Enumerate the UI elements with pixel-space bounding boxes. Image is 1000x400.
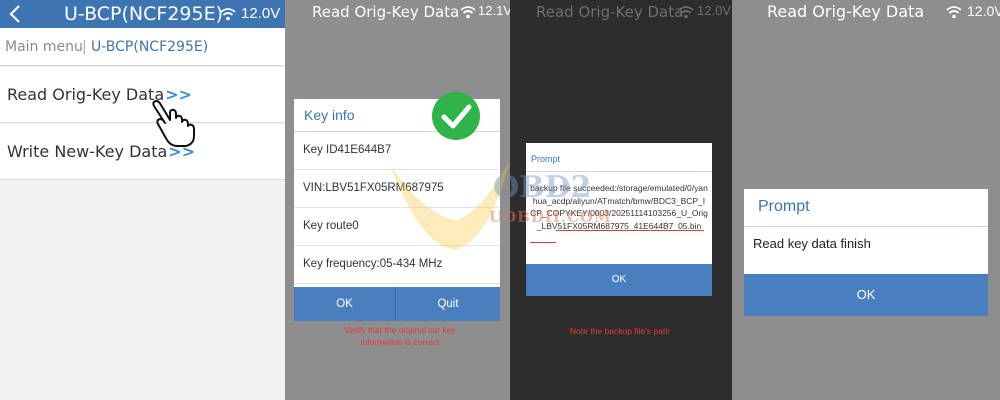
status-bar: Read Orig-Key Data 12.1V [285,0,510,24]
back-arrow-icon[interactable] [8,4,22,24]
app-header: U-BCP(NCF295E) 12.0V [0,0,285,28]
wifi-icon [678,6,694,19]
breadcrumb-current: U-BCP(NCF295E) [91,39,209,55]
ok-button[interactable]: OK [294,287,396,321]
status-title: Read Orig-Key Data [312,3,460,21]
menu-item-write-new-key[interactable]: Write New-Key Data>> [0,124,285,180]
wifi-icon [946,6,962,19]
path-underline [556,230,704,231]
menu-panel: U-BCP(NCF295E) 12.0V Main menu | U-BCP(N… [0,0,285,400]
wifi-icon [460,6,476,19]
dialog-title: Key info [304,107,355,123]
pointing-hand-icon [152,100,195,147]
breadcrumb: Main menu | U-BCP(NCF295E) [0,28,285,66]
voltage-reading: 12.0V [241,5,281,22]
key-frequency-row: Key frequency:05-434 MHz [294,246,500,284]
status-bar: Read Orig-Key Data 12.0V [732,0,1000,24]
header-title: U-BCP(NCF295E) [64,3,224,25]
watermark-text: OBD2 [493,170,592,205]
finish-panel: Read Orig-Key Data 12.0V Prompt Read key… [732,0,1000,400]
watermark-text: UOBDII.COM [489,208,612,226]
wifi-icon [220,8,236,21]
status-title: Read Orig-Key Data [536,3,684,21]
vin-value: VIN:LBV51FX05RM687975 [303,182,444,194]
dialog-button-row: OK Quit [294,287,500,321]
key-frequency-value: Key frequency:05-434 MHz [303,258,443,270]
finish-prompt-dialog: Prompt Read key data finish OK [744,189,988,316]
voltage-reading: 12.1V [478,3,510,18]
voltage-reading: 12.0V [697,3,731,18]
menu-item-label: Read Orig-Key Data [7,85,165,104]
menu-item-label: Write New-Key Data [7,142,168,161]
status-bar: Read Orig-Key Data 12.0V [510,0,732,24]
breadcrumb-separator: | [82,39,87,55]
key-info-panel: Read Orig-Key Data 12.1V Key info Key ID… [285,0,510,400]
annotation-note: Note the backup file's path [570,326,670,336]
menu-item-read-orig-key[interactable]: Read Orig-Key Data>> [0,67,285,123]
ok-button[interactable]: OK [744,274,988,316]
voltage-reading: 12.0V [967,3,1000,19]
divider [744,226,988,227]
dialog-title: Prompt [758,198,810,215]
ok-button[interactable]: OK [526,264,712,296]
quit-button[interactable]: Quit [397,287,499,321]
dialog-title: Prompt [531,154,561,164]
key-route-value: Key route0 [303,220,359,232]
finish-message: Read key data finish [753,236,871,251]
annotation-note: Verify that the original car key informa… [344,325,456,347]
vin-row: VIN:LBV51FX05RM687975 [294,170,500,208]
checkmark-icon [432,92,480,140]
path-underline [530,242,556,243]
breadcrumb-main-menu[interactable]: Main menu [5,39,83,55]
status-title: Read Orig-Key Data [767,2,925,21]
key-id-value: Key ID41E644B7 [303,144,392,156]
key-route-row: Key route0 [294,208,500,246]
